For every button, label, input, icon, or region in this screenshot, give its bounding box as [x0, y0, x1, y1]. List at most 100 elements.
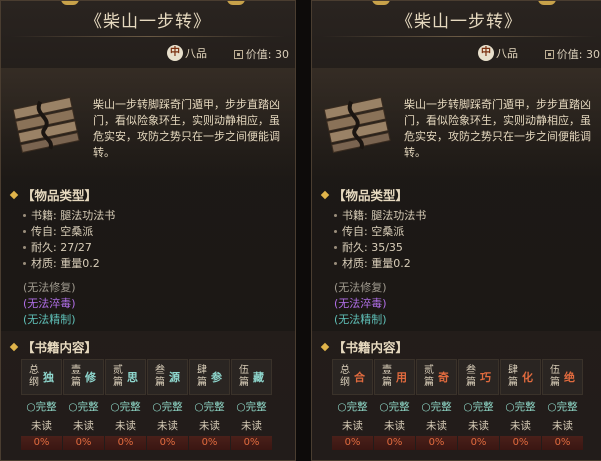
attribute-text: 耐久: 35/35	[342, 241, 403, 254]
book-content-header: 【书籍内容】	[320, 337, 408, 356]
chapter-progress: 0%	[105, 436, 146, 450]
book-chapter[interactable]: 肆篇 化 ○完整 未读 0%	[500, 359, 541, 450]
coin-icon	[544, 49, 554, 59]
chapter-skill: 绝	[564, 371, 575, 384]
chapter-progress: 0%	[500, 436, 541, 450]
item-attribute: 书籍: 腿法功法书	[334, 207, 426, 223]
chapter-read-state: 未读	[241, 420, 262, 432]
item-restriction: (无法淬毒)	[334, 297, 387, 310]
chapter-status: ○完整	[379, 401, 410, 413]
chapter-read-state: 未读	[73, 420, 94, 432]
item-attribute: 耐久: 35/35	[334, 239, 403, 255]
book-chapter[interactable]: 贰篇 奇 ○完整 未读 0%	[416, 359, 457, 450]
book-chapter[interactable]: 肆篇 参 ○完整 未读 0%	[189, 359, 230, 450]
chapter-header: 肆篇 化	[500, 359, 541, 395]
chapter-name: 肆篇	[197, 365, 207, 388]
chapter-skill: 用	[396, 371, 407, 384]
chapter-progress: 0%	[21, 436, 62, 450]
item-attribute: 传自: 空桑派	[334, 223, 404, 239]
title-divider	[322, 36, 596, 37]
bullet-icon	[334, 261, 337, 265]
book-chapter[interactable]: 总纲 独 ○完整 未读 0%	[21, 359, 62, 450]
chapter-progress: 0%	[542, 436, 583, 450]
panel-divider	[296, 0, 311, 461]
section-title: 【物品类型】	[333, 188, 409, 203]
value-text: 价值: 30	[245, 48, 289, 61]
diamond-icon	[320, 342, 330, 351]
item-title: 《柴山一步转》	[396, 12, 522, 32]
chapter-read-state: 未读	[426, 420, 447, 432]
chapter-status: ○完整	[236, 401, 267, 413]
scroll-wood-icon	[11, 89, 81, 159]
chapter-read-state: 未读	[468, 420, 489, 432]
attribute-text: 材质: 重量0.2	[31, 257, 100, 270]
frame-ornament	[538, 1, 556, 5]
book-content-header: 【书籍内容】	[9, 337, 97, 356]
chapter-list: 总纲 合 ○完整 未读 0% 壹篇 用 ○完整 未读 0% 贰篇 奇 ○完整 未…	[332, 359, 583, 450]
chapter-progress: 0%	[189, 436, 230, 450]
chapter-read-state: 未读	[157, 420, 178, 432]
item-description: 柴山一步转脚踩奇门遁甲，步步直踏凶门，看似险象环生，实则动静相应，虽危实安，攻防…	[404, 98, 591, 159]
frame-ornament	[61, 1, 79, 5]
chapter-skill: 合	[354, 371, 365, 384]
chapter-status: ○完整	[463, 401, 494, 413]
chapter-skill: 源	[169, 371, 180, 384]
chapter-name: 伍篇	[239, 365, 249, 388]
bullet-icon	[23, 245, 26, 249]
diamond-icon	[320, 190, 330, 199]
item-title: 《柴山一步转》	[85, 12, 211, 32]
item-attribute: 书籍: 腿法功法书	[23, 207, 115, 223]
chapter-header: 贰篇 思	[105, 359, 146, 395]
attribute-text: 书籍: 腿法功法书	[342, 209, 427, 222]
bullet-icon	[23, 213, 26, 217]
chapter-skill: 思	[127, 371, 138, 384]
chapter-skill: 参	[211, 371, 222, 384]
item-restriction: (无法淬毒)	[23, 297, 76, 310]
chapter-header: 伍篇 绝	[542, 359, 583, 395]
book-chapter[interactable]: 伍篇 绝 ○完整 未读 0%	[542, 359, 583, 450]
item-restriction: (无法精制)	[23, 313, 76, 326]
frame-ornament	[372, 1, 390, 5]
book-chapter[interactable]: 壹篇 用 ○完整 未读 0%	[374, 359, 415, 450]
item-attribute: 材质: 重量0.2	[334, 255, 411, 271]
item-type-header: 【物品类型】	[320, 185, 409, 204]
item-type-header: 【物品类型】	[9, 185, 98, 204]
item-value: 价值: 30	[233, 46, 289, 62]
book-chapter[interactable]: 叁篇 巧 ○完整 未读 0%	[458, 359, 499, 450]
chapter-read-state: 未读	[115, 420, 136, 432]
chapter-header: 叁篇 巧	[458, 359, 499, 395]
chapter-header: 叁篇 源	[147, 359, 188, 395]
attribute-text: 传自: 空桑派	[342, 225, 405, 238]
bullet-icon	[334, 229, 337, 233]
chapter-name: 贰篇	[113, 365, 123, 388]
chapter-status: ○完整	[152, 401, 183, 413]
attribute-text: 传自: 空桑派	[31, 225, 94, 238]
item-attribute: 传自: 空桑派	[23, 223, 93, 239]
chapter-progress: 0%	[458, 436, 499, 450]
item-attribute: 耐久: 27/27	[23, 239, 92, 255]
scroll-wood-icon	[322, 89, 392, 159]
chapter-read-state: 未读	[510, 420, 531, 432]
chapter-header: 壹篇 修	[63, 359, 104, 395]
book-chapter[interactable]: 壹篇 修 ○完整 未读 0%	[63, 359, 104, 450]
chapter-read-state: 未读	[384, 420, 405, 432]
item-grade: 中 八品	[478, 45, 518, 61]
book-chapter[interactable]: 叁篇 源 ○完整 未读 0%	[147, 359, 188, 450]
grade-badge-icon: 中	[167, 45, 183, 61]
book-chapter[interactable]: 贰篇 思 ○完整 未读 0%	[105, 359, 146, 450]
diamond-icon	[9, 342, 19, 351]
chapter-name: 壹篇	[71, 365, 81, 388]
chapter-status: ○完整	[110, 401, 141, 413]
chapter-header: 肆篇 参	[189, 359, 230, 395]
coin-icon	[233, 49, 243, 59]
book-chapter[interactable]: 伍篇 藏 ○完整 未读 0%	[231, 359, 272, 450]
chapter-progress: 0%	[416, 436, 457, 450]
chapter-status: ○完整	[421, 401, 452, 413]
chapter-skill: 巧	[480, 371, 491, 384]
section-title: 【物品类型】	[22, 188, 98, 203]
chapter-progress: 0%	[332, 436, 373, 450]
chapter-status: ○完整	[547, 401, 578, 413]
book-chapter[interactable]: 总纲 合 ○完整 未读 0%	[332, 359, 373, 450]
chapter-read-state: 未读	[342, 420, 363, 432]
chapter-header: 贰篇 奇	[416, 359, 457, 395]
